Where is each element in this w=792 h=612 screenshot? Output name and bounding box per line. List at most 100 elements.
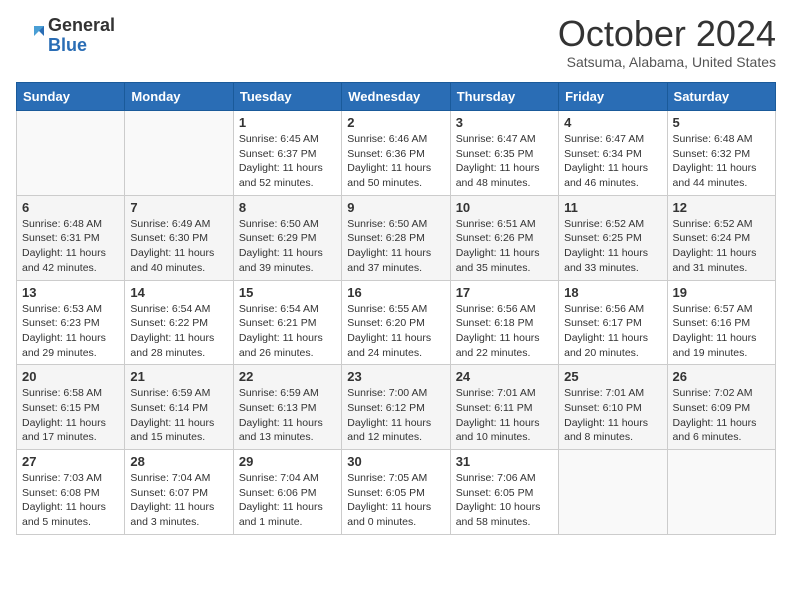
- calendar-cell: 28Sunrise: 7:04 AMSunset: 6:07 PMDayligh…: [125, 450, 233, 535]
- day-number: 17: [456, 285, 553, 300]
- day-detail: Sunrise: 6:57 AMSunset: 6:16 PMDaylight:…: [673, 302, 770, 361]
- day-number: 8: [239, 200, 336, 215]
- calendar-body: 1Sunrise: 6:45 AMSunset: 6:37 PMDaylight…: [17, 111, 776, 535]
- day-detail: Sunrise: 6:55 AMSunset: 6:20 PMDaylight:…: [347, 302, 444, 361]
- day-number: 25: [564, 369, 661, 384]
- col-sunday: Sunday: [17, 83, 125, 111]
- col-saturday: Saturday: [667, 83, 775, 111]
- day-detail: Sunrise: 7:06 AMSunset: 6:05 PMDaylight:…: [456, 471, 553, 530]
- calendar-cell: 26 Sunrise: 7:02 AMSunset: 6:09 PMDayligh…: [667, 365, 775, 450]
- calendar-cell: [125, 111, 233, 196]
- calendar-header: Sunday Monday Tuesday Wednesday Thursday…: [17, 83, 776, 111]
- day-detail: Sunrise: 6:45 AMSunset: 6:37 PMDaylight:…: [239, 132, 336, 191]
- day-number: 13: [22, 285, 119, 300]
- calendar-cell: 31 Sunrise: 7:06 AMSunset: 6:05 PMDayligh…: [450, 450, 558, 535]
- logo-text: General Blue: [48, 16, 115, 56]
- calendar-cell: 22 Sunrise: 6:59 AMSunset: 6:13 PMDayligh…: [233, 365, 341, 450]
- calendar-cell: 20 Sunrise: 6:58 AMSunset: 6:15 PMDayligh…: [17, 365, 125, 450]
- calendar-week-3: 13Sunrise: 6:53 AMSunset: 6:23 PMDayligh…: [17, 280, 776, 365]
- calendar-cell: 12 Sunrise: 6:52 AMSunset: 6:24 PMDayligh…: [667, 195, 775, 280]
- day-detail: Sunrise: 6:59 AMSunset: 6:13 PMDaylight:…: [239, 386, 336, 445]
- day-number: 26: [673, 369, 770, 384]
- day-detail: Sunrise: 6:56 AMSunset: 6:17 PMDaylight:…: [564, 302, 661, 361]
- calendar-week-2: 6Sunrise: 6:48 AMSunset: 6:31 PMDaylight…: [17, 195, 776, 280]
- calendar-cell: 29 Sunrise: 7:04 AMSunset: 6:06 PMDayligh…: [233, 450, 341, 535]
- title-section: October 2024 Satsuma, Alabama, United St…: [558, 16, 776, 70]
- calendar-cell: 18 Sunrise: 6:56 AMSunset: 6:17 PMDayligh…: [559, 280, 667, 365]
- day-detail: Sunrise: 6:51 AMSunset: 6:26 PMDaylight:…: [456, 217, 553, 276]
- day-detail: Sunrise: 6:56 AMSunset: 6:18 PMDaylight:…: [456, 302, 553, 361]
- day-number: 11: [564, 200, 661, 215]
- calendar-cell: 8Sunrise: 6:50 AMSunset: 6:29 PMDaylight…: [233, 195, 341, 280]
- calendar-cell: 15 Sunrise: 6:54 AMSunset: 6:21 PMDayligh…: [233, 280, 341, 365]
- header-row: Sunday Monday Tuesday Wednesday Thursday…: [17, 83, 776, 111]
- logo-icon: [16, 22, 44, 50]
- logo: General Blue: [16, 16, 115, 56]
- day-detail: Sunrise: 6:54 AMSunset: 6:22 PMDaylight:…: [130, 302, 227, 361]
- calendar-cell: 3Sunrise: 6:47 AMSunset: 6:35 PMDaylight…: [450, 111, 558, 196]
- day-detail: Sunrise: 6:47 AMSunset: 6:34 PMDaylight:…: [564, 132, 661, 191]
- day-detail: Sunrise: 6:50 AMSunset: 6:28 PMDaylight:…: [347, 217, 444, 276]
- calendar-cell: [559, 450, 667, 535]
- calendar-table: Sunday Monday Tuesday Wednesday Thursday…: [16, 82, 776, 535]
- day-number: 9: [347, 200, 444, 215]
- calendar-cell: 5 Sunrise: 6:48 AMSunset: 6:32 PMDaylight…: [667, 111, 775, 196]
- day-detail: Sunrise: 6:59 AMSunset: 6:14 PMDaylight:…: [130, 386, 227, 445]
- calendar-cell: 24 Sunrise: 7:01 AMSunset: 6:11 PMDayligh…: [450, 365, 558, 450]
- calendar-cell: 9 Sunrise: 6:50 AMSunset: 6:28 PMDaylight…: [342, 195, 450, 280]
- col-tuesday: Tuesday: [233, 83, 341, 111]
- calendar-cell: [17, 111, 125, 196]
- day-number: 30: [347, 454, 444, 469]
- day-detail: Sunrise: 7:03 AMSunset: 6:08 PMDaylight:…: [22, 471, 119, 530]
- day-detail: Sunrise: 7:02 AMSunset: 6:09 PMDaylight:…: [673, 386, 770, 445]
- calendar-cell: 16 Sunrise: 6:55 AMSunset: 6:20 PMDayligh…: [342, 280, 450, 365]
- day-detail: Sunrise: 6:52 AMSunset: 6:25 PMDaylight:…: [564, 217, 661, 276]
- day-number: 31: [456, 454, 553, 469]
- day-number: 5: [673, 115, 770, 130]
- day-detail: Sunrise: 7:00 AMSunset: 6:12 PMDaylight:…: [347, 386, 444, 445]
- month-title: October 2024: [558, 16, 776, 52]
- calendar-cell: 4 Sunrise: 6:47 AMSunset: 6:34 PMDaylight…: [559, 111, 667, 196]
- day-detail: Sunrise: 6:52 AMSunset: 6:24 PMDaylight:…: [673, 217, 770, 276]
- day-number: 4: [564, 115, 661, 130]
- day-detail: Sunrise: 6:46 AMSunset: 6:36 PMDaylight:…: [347, 132, 444, 191]
- day-number: 2: [347, 115, 444, 130]
- day-detail: Sunrise: 6:48 AMSunset: 6:31 PMDaylight:…: [22, 217, 119, 276]
- day-number: 12: [673, 200, 770, 215]
- day-detail: Sunrise: 7:01 AMSunset: 6:11 PMDaylight:…: [456, 386, 553, 445]
- day-detail: Sunrise: 7:04 AMSunset: 6:06 PMDaylight:…: [239, 471, 336, 530]
- calendar-cell: 11 Sunrise: 6:52 AMSunset: 6:25 PMDayligh…: [559, 195, 667, 280]
- day-detail: Sunrise: 7:01 AMSunset: 6:10 PMDaylight:…: [564, 386, 661, 445]
- day-number: 15: [239, 285, 336, 300]
- day-number: 7: [130, 200, 227, 215]
- day-detail: Sunrise: 7:05 AMSunset: 6:05 PMDaylight:…: [347, 471, 444, 530]
- calendar-cell: 23 Sunrise: 7:00 AMSunset: 6:12 PMDayligh…: [342, 365, 450, 450]
- calendar-cell: 14Sunrise: 6:54 AMSunset: 6:22 PMDayligh…: [125, 280, 233, 365]
- day-number: 28: [130, 454, 227, 469]
- location-text: Satsuma, Alabama, United States: [558, 54, 776, 70]
- day-number: 24: [456, 369, 553, 384]
- day-detail: Sunrise: 6:48 AMSunset: 6:32 PMDaylight:…: [673, 132, 770, 191]
- calendar-cell: 25 Sunrise: 7:01 AMSunset: 6:10 PMDayligh…: [559, 365, 667, 450]
- day-number: 29: [239, 454, 336, 469]
- calendar-cell: 17 Sunrise: 6:56 AMSunset: 6:18 PMDayligh…: [450, 280, 558, 365]
- day-detail: Sunrise: 6:58 AMSunset: 6:15 PMDaylight:…: [22, 386, 119, 445]
- calendar-cell: 2 Sunrise: 6:46 AMSunset: 6:36 PMDaylight…: [342, 111, 450, 196]
- day-number: 21: [130, 369, 227, 384]
- day-number: 18: [564, 285, 661, 300]
- day-detail: Sunrise: 6:47 AMSunset: 6:35 PMDaylight:…: [456, 132, 553, 191]
- day-number: 23: [347, 369, 444, 384]
- col-wednesday: Wednesday: [342, 83, 450, 111]
- calendar-cell: 7Sunrise: 6:49 AMSunset: 6:30 PMDaylight…: [125, 195, 233, 280]
- day-number: 20: [22, 369, 119, 384]
- logo-blue-text: Blue: [48, 36, 115, 56]
- col-thursday: Thursday: [450, 83, 558, 111]
- day-number: 19: [673, 285, 770, 300]
- calendar-cell: 27Sunrise: 7:03 AMSunset: 6:08 PMDayligh…: [17, 450, 125, 535]
- day-detail: Sunrise: 6:54 AMSunset: 6:21 PMDaylight:…: [239, 302, 336, 361]
- day-number: 16: [347, 285, 444, 300]
- calendar-cell: 1Sunrise: 6:45 AMSunset: 6:37 PMDaylight…: [233, 111, 341, 196]
- day-number: 10: [456, 200, 553, 215]
- calendar-cell: 6Sunrise: 6:48 AMSunset: 6:31 PMDaylight…: [17, 195, 125, 280]
- day-number: 22: [239, 369, 336, 384]
